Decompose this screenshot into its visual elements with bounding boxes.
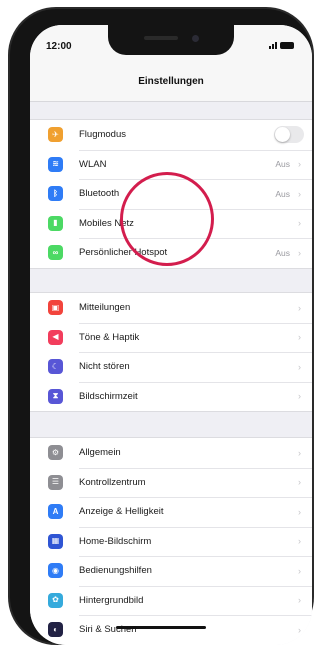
setting-row-do-not-disturb[interactable]: ☾ Nicht stören › [30, 352, 312, 382]
setting-value: Aus [275, 159, 290, 170]
chevron-right-icon: › [298, 447, 301, 458]
notch [108, 25, 234, 55]
hotspot-icon: ∞ [48, 245, 63, 261]
display-icon: A [48, 504, 63, 520]
airplane-mode-toggle[interactable] [274, 126, 304, 144]
navigation-bar: Einstellungen [30, 59, 312, 102]
setting-row-airplane-mode[interactable]: ✈ Flugmodus [30, 120, 312, 150]
page-title: Einstellungen [138, 76, 204, 87]
status-time: 12:00 [46, 41, 72, 52]
home-screen-icon: ▦ [48, 533, 63, 549]
setting-label: Allgemein [79, 447, 121, 459]
setting-row-control-center[interactable]: ☰ Kontrollzentrum › [30, 467, 312, 498]
chevron-right-icon: › [298, 302, 301, 313]
chevron-right-icon: › [298, 595, 301, 606]
notifications-icon: ▣ [48, 300, 63, 316]
setting-row-home-screen[interactable]: ▦ Home-Bildschirm › [30, 526, 312, 557]
highlight-circle [120, 172, 214, 266]
chevron-right-icon: › [298, 218, 301, 229]
settings-group-general: ⚙ Allgemein › ☰ Kontrollzentrum › A Anze… [30, 437, 312, 645]
phone-frame: 12:00 Einstellungen ✈ Flugmodus ≋ WLAN A… [10, 9, 312, 645]
home-indicator[interactable] [116, 626, 206, 629]
setting-label: Kontrollzentrum [79, 476, 146, 488]
siri-icon: ◐ [48, 622, 63, 638]
chevron-right-icon: › [298, 247, 301, 258]
setting-label: Nicht stören [79, 361, 130, 373]
accessibility-icon: ◉ [48, 563, 63, 579]
front-camera-icon [192, 35, 199, 42]
chevron-right-icon: › [298, 565, 301, 576]
bluetooth-icon: ᛒ [48, 186, 63, 202]
chevron-right-icon: › [298, 159, 301, 170]
chevron-right-icon: › [298, 624, 301, 635]
setting-value: Aus [275, 188, 290, 199]
setting-row-general[interactable]: ⚙ Allgemein › [30, 438, 312, 468]
chevron-right-icon: › [298, 361, 301, 372]
chevron-right-icon: › [298, 188, 301, 199]
sounds-icon: ◀ [48, 329, 63, 345]
wifi-icon: ≋ [48, 156, 63, 172]
chevron-right-icon: › [298, 477, 301, 488]
signal-icon [269, 42, 277, 49]
hourglass-icon: ⧗ [48, 388, 63, 404]
setting-label: Bedienungshilfen [79, 565, 152, 577]
setting-label: Mitteilungen [79, 302, 131, 314]
setting-row-siri-search[interactable]: ◐ Siri & Suchen › [30, 615, 312, 645]
setting-row-accessibility[interactable]: ◉ Bedienungshilfen › [30, 556, 312, 586]
setting-label: Bluetooth [79, 188, 120, 200]
setting-row-notifications[interactable]: ▣ Mitteilungen › [30, 293, 312, 323]
chevron-right-icon: › [298, 332, 301, 343]
setting-label: Anzeige & Helligkeit [79, 506, 164, 518]
chevron-right-icon: › [298, 536, 301, 547]
setting-row-screen-time[interactable]: ⧗ Bildschirmzeit › [30, 381, 312, 412]
moon-icon: ☾ [48, 359, 63, 375]
speaker-grille [144, 36, 178, 40]
wallpaper-icon: ✿ [48, 592, 63, 608]
setting-label: Flugmodus [79, 129, 126, 141]
chevron-right-icon: › [298, 506, 301, 517]
setting-label: WLAN [79, 158, 107, 170]
screen: 12:00 Einstellungen ✈ Flugmodus ≋ WLAN A… [30, 25, 312, 645]
setting-label: Bildschirmzeit [79, 390, 138, 402]
cellular-icon: ▮ [48, 215, 63, 231]
battery-icon [280, 42, 294, 49]
status-icons [269, 42, 294, 49]
setting-row-sounds[interactable]: ◀ Töne & Haptik › [30, 322, 312, 353]
setting-label: Home-Bildschirm [79, 535, 152, 547]
setting-row-display-brightness[interactable]: A Anzeige & Helligkeit › [30, 497, 312, 527]
setting-value: Aus [275, 247, 290, 258]
stage: 12:00 Einstellungen ✈ Flugmodus ≋ WLAN A… [0, 0, 320, 649]
setting-label: Hintergrundbild [79, 594, 144, 606]
setting-row-wallpaper[interactable]: ✿ Hintergrundbild › [30, 585, 312, 616]
settings-group-notifications: ▣ Mitteilungen › ◀ Töne & Haptik › ☾ Nic… [30, 292, 312, 412]
airplane-icon: ✈ [48, 127, 63, 143]
setting-label: Töne & Haptik [79, 331, 140, 343]
control-center-icon: ☰ [48, 474, 63, 490]
gear-icon: ⚙ [48, 445, 63, 461]
chevron-right-icon: › [298, 391, 301, 402]
